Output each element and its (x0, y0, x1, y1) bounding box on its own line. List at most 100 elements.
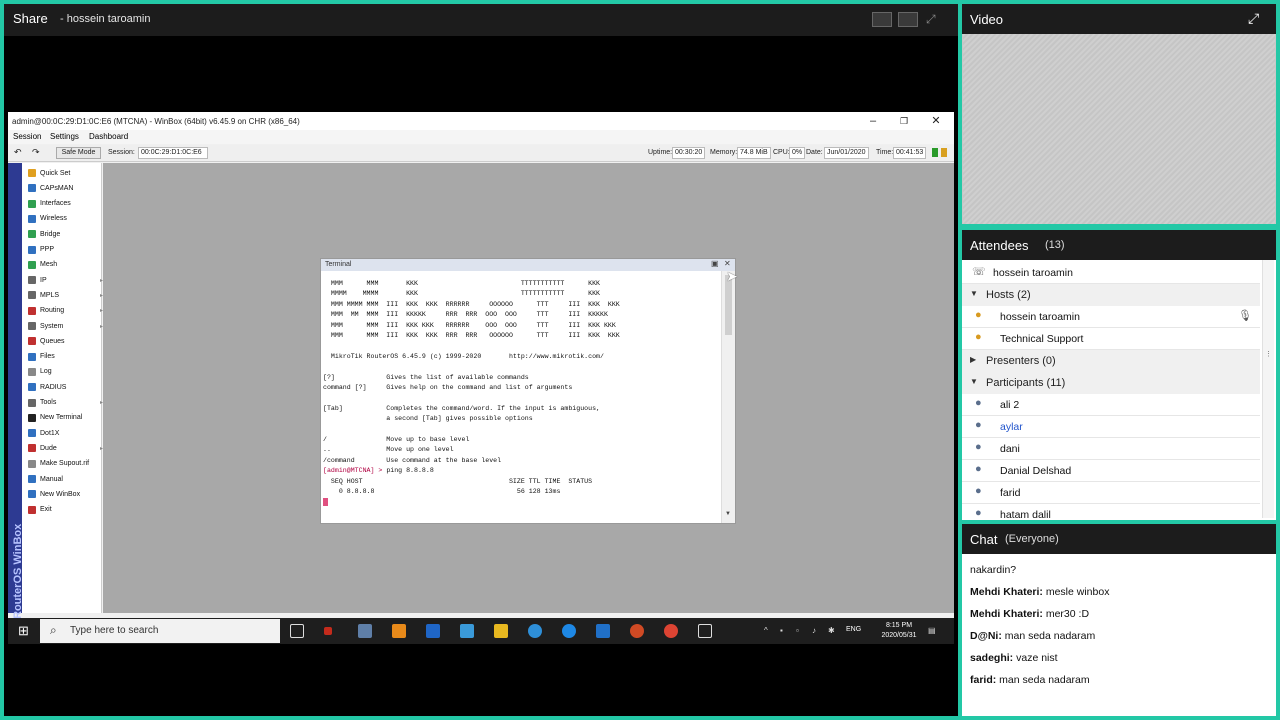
restore-icon[interactable]: ❐ (889, 113, 919, 129)
sidebar-item-capsman[interactable]: CAPsMAN (28, 181, 73, 195)
app-icon-red[interactable] (324, 627, 332, 635)
minimize-icon[interactable]: – (858, 113, 888, 129)
chat-sender: Mehdi Khateri: (970, 608, 1043, 620)
sidebar-item-queues[interactable]: Queues (28, 334, 65, 348)
terminal-window[interactable]: Terminal ▣ ✕ MMM MMM KKK TTTTTTTTTTT KKK… (320, 258, 736, 524)
expand-video-icon[interactable]: ⤢ (1248, 10, 1259, 27)
chat-text: mesle winbox (1045, 586, 1110, 598)
notification-icon[interactable]: ▤ (928, 626, 936, 635)
uptime-label: Uptime: (648, 149, 673, 156)
tray-icon-1[interactable]: ▪ (780, 626, 783, 635)
taskbar-search[interactable]: ⌕ Type here to search (40, 619, 280, 643)
chat-scope: (Everyone) (1005, 533, 1059, 545)
participant-row[interactable]: ● farid (962, 482, 1260, 504)
chrome-icon[interactable] (664, 624, 678, 638)
sidebar-item-ppp[interactable]: PPP (28, 243, 54, 257)
taskbar-clock[interactable]: 8:15 PM 2020/05/31 (870, 621, 928, 641)
task-view-icon[interactable] (290, 624, 304, 638)
undo-icon[interactable]: ↶ (14, 147, 22, 158)
winbox-task-icon[interactable] (698, 624, 712, 638)
windows-start-icon[interactable]: ⊞ (18, 623, 29, 639)
sidebar-item-interfaces[interactable]: Interfaces (28, 197, 71, 211)
sidebar-item-routing[interactable]: Routing ▸ (28, 304, 103, 318)
fullscreen-icon[interactable]: ⤢ (926, 12, 946, 27)
sidebar-item-label: Files (40, 353, 55, 361)
network-app-icon[interactable] (460, 624, 474, 638)
participant-row[interactable]: ● aylar (962, 416, 1260, 438)
sidebar-item-make-supout-rif[interactable]: Make Supout.rif (28, 457, 89, 471)
self-row[interactable]: ☏ hossein taroamin (962, 262, 1260, 284)
participant-row[interactable]: ● hatam dalil (962, 504, 1260, 518)
layout-icon[interactable] (872, 12, 892, 27)
vlc-icon[interactable] (392, 624, 406, 638)
winbox-window: admin@00:0C:29:D1:0C:E6 (MTCNA) - WinBox… (8, 112, 954, 642)
scroll-marker-icon: ⋮ (1265, 351, 1272, 358)
host-name: hossein taroamin (1000, 311, 1080, 323)
sidebar-item-wireless[interactable]: Wireless (28, 212, 67, 226)
session-field[interactable]: 00:0C:29:D1:0C:E6 (138, 147, 208, 159)
sidebar-item-radius[interactable]: RADIUS (28, 380, 66, 394)
language-indicator[interactable]: ENG (846, 626, 861, 633)
ping-header: SEQ HOST SIZE TTL TIME STATUS (323, 477, 593, 485)
redo-icon[interactable]: ↷ (32, 147, 40, 158)
sidebar-item-mesh[interactable]: Mesh (28, 258, 57, 272)
sidebar-item-log[interactable]: Log (28, 365, 52, 379)
sidebar-item-dude[interactable]: Dude ▸ (28, 441, 103, 455)
participant-icon: ● (975, 397, 982, 409)
scroll-down-icon[interactable]: ▼ (725, 511, 731, 517)
app-icon-box[interactable] (596, 624, 610, 638)
cpu-label: CPU: (773, 149, 790, 156)
sidebar-item-bridge[interactable]: Bridge (28, 227, 60, 241)
participants-group[interactable]: ▼ Participants (11) (962, 372, 1260, 394)
sidebar-item-quick-set[interactable]: Quick Set (28, 166, 70, 180)
network-icon[interactable]: ▫ (796, 626, 799, 635)
app-icon-blue[interactable] (426, 624, 440, 638)
attendees-scrollbar[interactable]: ⋮ (1262, 260, 1274, 518)
sidebar-item-dot1x[interactable]: Dot1X (28, 426, 59, 440)
sidebar-item-mpls[interactable]: MPLS ▸ (28, 288, 103, 302)
microphone-icon[interactable]: 🎙 (1238, 309, 1252, 322)
host-row[interactable]: ● hossein taroamin 🎙 (962, 306, 1260, 328)
hosts-group[interactable]: ▼ Hosts (2) (962, 284, 1260, 306)
participant-row[interactable]: ● Danial Delshad (962, 460, 1260, 482)
menu-session[interactable]: Session (13, 132, 41, 141)
menu-settings[interactable]: Settings (50, 132, 79, 141)
powerpoint-icon[interactable] (630, 624, 644, 638)
sidebar-item-system[interactable]: System ▸ (28, 319, 103, 333)
chat-sender: D@Ni: (970, 630, 1002, 642)
sidebar-item-exit[interactable]: Exit (28, 503, 52, 517)
terminal-output[interactable]: MMM MMM KKK TTTTTTTTTTT KKK MMMM MMMM KK… (323, 273, 719, 521)
safe-mode-button[interactable]: Safe Mode (56, 147, 101, 159)
sidebar-item-manual[interactable]: Manual (28, 472, 63, 486)
participant-row[interactable]: ● dani (962, 438, 1260, 460)
sidebar-item-new-terminal[interactable]: New Terminal (28, 411, 82, 425)
sidebar-item-new-winbox[interactable]: New WinBox (28, 487, 80, 501)
sidebar-item-files[interactable]: Files (28, 350, 55, 364)
close-icon[interactable]: ✕ (921, 113, 951, 129)
sidebar-item-tools[interactable]: Tools ▸ (28, 396, 103, 410)
tray-icon-2[interactable]: ✱ (828, 626, 835, 635)
terminal-titlebar[interactable]: Terminal ▣ ✕ (321, 259, 735, 271)
participant-row[interactable]: ● ali 2 (962, 394, 1260, 416)
maximize-icon[interactable]: ▣ (711, 259, 719, 268)
fit-window-icon[interactable] (898, 12, 918, 27)
menu-dashboard[interactable]: Dashboard (89, 132, 128, 141)
webex-icon[interactable] (528, 624, 542, 638)
uptime-value: 00:30:20 (672, 147, 706, 159)
sidebar-item-ip[interactable]: IP ▸ (28, 273, 103, 287)
sidebar-icon (28, 199, 36, 208)
host-row[interactable]: ● Technical Support (962, 328, 1260, 350)
tray-chevron-icon[interactable]: ^ (764, 626, 768, 635)
app-icon-shell[interactable] (358, 624, 372, 638)
terminal-line: [Tab] Completes the command/word. If the… (323, 404, 600, 412)
edge-icon[interactable] (562, 624, 576, 638)
video-panel: Video ⤢ (962, 4, 1276, 224)
sidebar-item-label: Tools (40, 399, 57, 406)
file-explorer-icon[interactable] (494, 624, 508, 638)
terminal-scrollbar[interactable]: ▼ (721, 271, 735, 523)
sidebar-item-label: Manual (40, 475, 63, 483)
terminal-close-icon[interactable]: ✕ (724, 259, 731, 268)
presenters-group[interactable]: ▶ Presenters (0) (962, 350, 1260, 372)
volume-icon[interactable]: ♪ (812, 626, 816, 635)
